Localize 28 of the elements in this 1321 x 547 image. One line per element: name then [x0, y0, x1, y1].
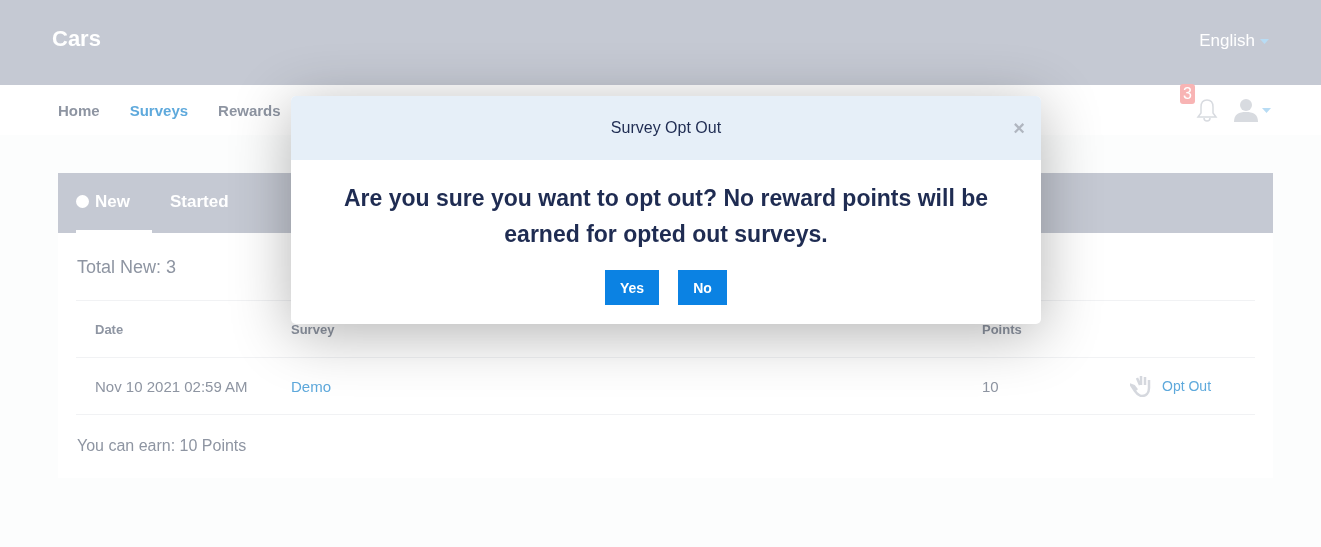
tab[interactable]: New	[76, 173, 152, 233]
tab[interactable]: Started	[170, 173, 249, 233]
notification-badge: 3	[1180, 84, 1195, 104]
total-count: Total New: 3	[77, 257, 177, 278]
close-button[interactable]: ×	[1013, 118, 1025, 138]
bell-icon[interactable]	[1196, 98, 1218, 122]
dialog-message: Are you sure you want to opt out? No reward points will be earned for opted out surveys.	[342, 184, 989, 249]
column-header: Survey	[291, 321, 336, 337]
hand-icon	[1130, 375, 1152, 397]
nav-link[interactable]: Surveys	[129, 101, 189, 119]
user-icon[interactable]	[1234, 98, 1258, 122]
column-header: Points	[982, 321, 1023, 337]
date-cell-text: Nov 10 2021 02:59 AM	[95, 377, 249, 395]
column-header: Date	[95, 321, 125, 337]
nav-link[interactable]: Rewards	[218, 101, 281, 119]
dialog-button[interactable]: No	[678, 270, 728, 305]
caret-icon	[1260, 38, 1269, 44]
language-dropdown[interactable]: English	[1199, 31, 1269, 51]
earnable-points: You can earn: 10 Points	[76, 436, 248, 456]
site-title: Cars	[52, 26, 101, 52]
nav-link[interactable]: Home	[58, 101, 100, 119]
dialog-button[interactable]: Yes	[604, 270, 660, 305]
dialog-title: Survey Opt Out	[610, 119, 722, 137]
points-cell-text: 10	[982, 377, 1000, 395]
survey-link[interactable]: Demo	[291, 377, 982, 395]
opt-out-link[interactable]: Opt Out	[1130, 375, 1212, 397]
caret-icon	[1262, 107, 1271, 113]
dot-icon	[76, 195, 89, 208]
